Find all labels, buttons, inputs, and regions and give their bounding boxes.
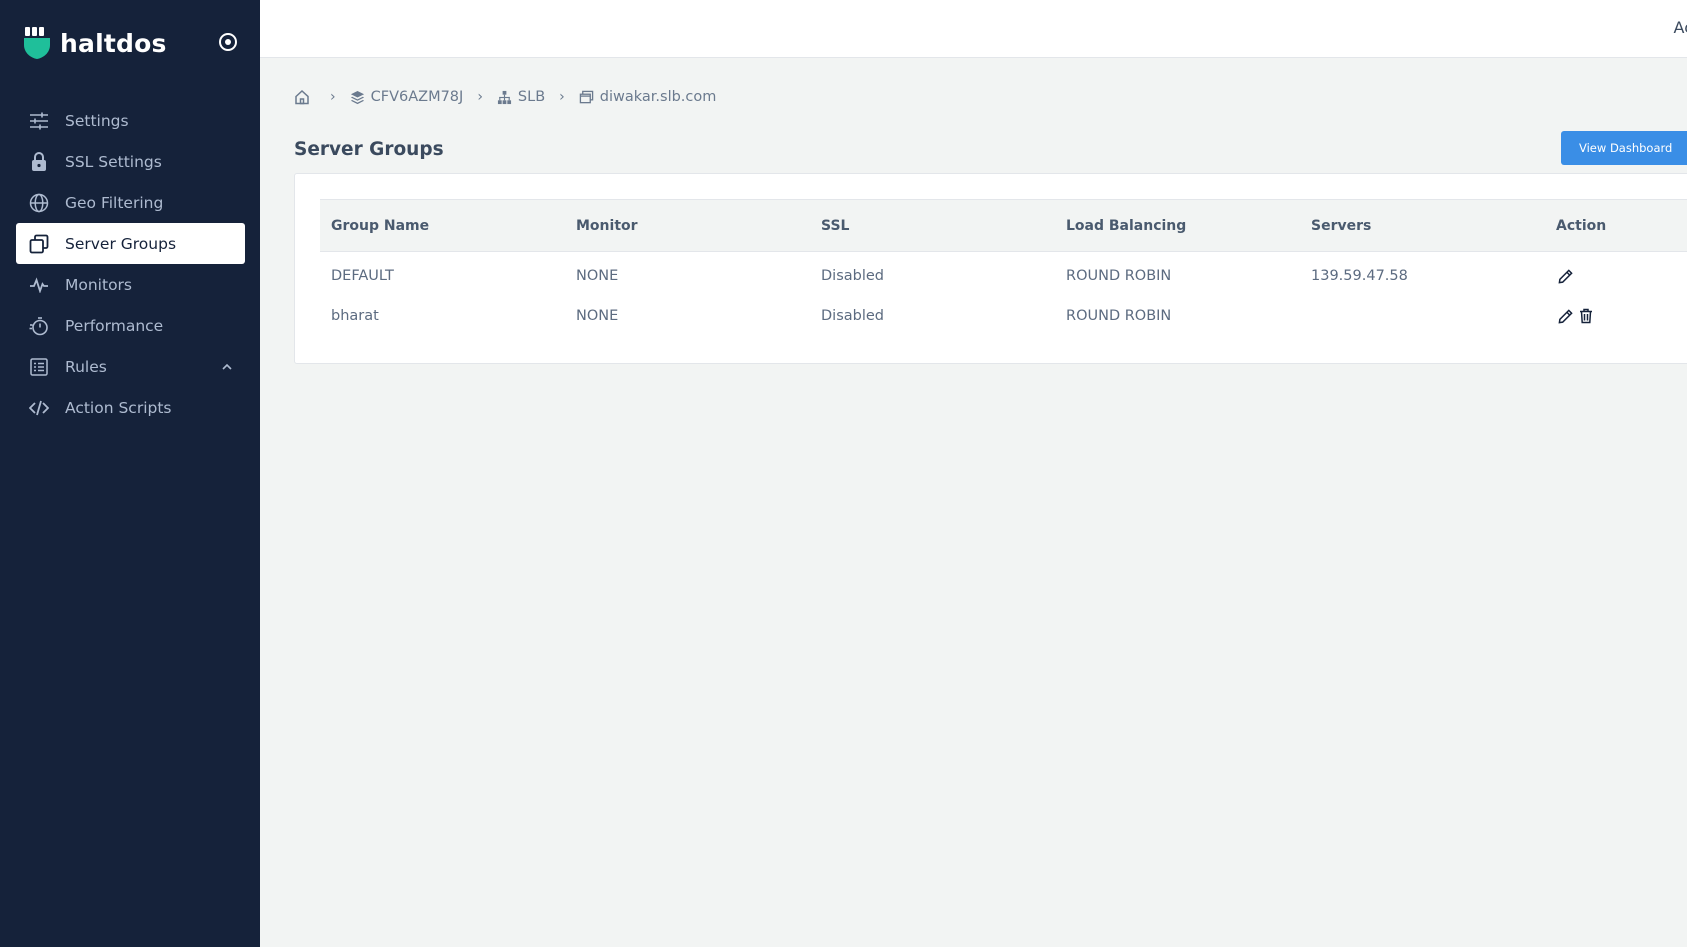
- brand[interactable]: haltdos: [24, 26, 167, 60]
- column-header-group-name: Group Name: [320, 199, 565, 252]
- breadcrumb-separator: ›: [477, 89, 483, 105]
- list-icon: [28, 356, 50, 378]
- window-icon: [579, 90, 594, 103]
- sidebar-item-label: Performance: [65, 316, 164, 335]
- sidebar-toggle-icon[interactable]: [216, 30, 240, 54]
- column-header-ssl: SSL: [810, 199, 1055, 252]
- view-dashboard-button[interactable]: View Dashboard: [1561, 131, 1687, 165]
- action-cell: [1545, 252, 1687, 295]
- breadcrumb-label: CFV6AZM78J: [370, 89, 464, 105]
- group-name-link[interactable]: DEFAULT: [320, 252, 565, 295]
- sidebar-item-geo-filtering[interactable]: Geo Filtering: [16, 182, 245, 223]
- row-actions: [1556, 307, 1687, 325]
- breadcrumb-separator: ›: [330, 89, 336, 105]
- breadcrumb-item-domain[interactable]: diwakar.slb.com: [579, 89, 717, 105]
- monitor-cell: NONE: [576, 268, 619, 285]
- breadcrumb-separator: ›: [559, 89, 565, 105]
- sidebar-nav: Settings SSL Settings Geo Filtering Serv…: [16, 100, 245, 428]
- globe-icon: [28, 192, 50, 214]
- ssl-cell: Disabled: [821, 268, 884, 285]
- breadcrumb-label: SLB: [517, 89, 546, 105]
- sitemap-icon: [497, 90, 511, 104]
- sidebar-item-label: Geo Filtering: [65, 193, 164, 212]
- user-menu[interactable]: Ac: [1674, 18, 1687, 37]
- server-groups-icon: [28, 233, 50, 255]
- edit-icon[interactable]: [1556, 267, 1574, 285]
- sidebar-item-label: Action Scripts: [65, 398, 172, 417]
- column-header-servers: Servers: [1300, 199, 1545, 252]
- layers-icon: [350, 90, 364, 104]
- column-header-load-balancing: Load Balancing: [1055, 199, 1300, 252]
- sidebar-item-label: Settings: [65, 111, 129, 130]
- servers-cell: [1300, 295, 1545, 338]
- sidebar-item-action-scripts[interactable]: Action Scripts: [16, 387, 245, 428]
- server-groups-table: Group Name Monitor SSL Load Balancing Se…: [320, 199, 1687, 338]
- stopwatch-icon: [28, 315, 50, 337]
- sidebar: haltdos Settings SSL Settings Geo Filter…: [0, 0, 260, 947]
- table-row: DEFAULT NONE Disabled ROUND ROBIN 139.59…: [320, 252, 1687, 295]
- sliders-icon: [28, 110, 50, 132]
- action-cell: [1545, 295, 1687, 338]
- column-header-action: Action: [1545, 199, 1687, 252]
- sidebar-item-ssl-settings[interactable]: SSL Settings: [16, 141, 245, 182]
- sidebar-item-label: Monitors: [65, 275, 132, 294]
- sidebar-item-label: SSL Settings: [65, 152, 162, 171]
- trash-icon[interactable]: [1577, 307, 1595, 325]
- haltdos-logo-icon: [24, 27, 50, 59]
- breadcrumb-label: diwakar.slb.com: [599, 89, 717, 105]
- top-bar: Ac: [260, 0, 1687, 58]
- sidebar-item-monitors[interactable]: Monitors: [16, 264, 245, 305]
- sidebar-item-rules[interactable]: Rules: [16, 346, 245, 387]
- row-actions: [1556, 267, 1687, 285]
- load-balancing-cell: ROUND ROBIN: [1066, 268, 1172, 285]
- column-header-monitor: Monitor: [565, 199, 810, 252]
- sidebar-item-label: Rules: [65, 357, 107, 376]
- sidebar-item-performance[interactable]: Performance: [16, 305, 245, 346]
- edit-icon[interactable]: [1556, 307, 1574, 325]
- table-header-row: Group Name Monitor SSL Load Balancing Se…: [320, 199, 1687, 252]
- breadcrumb-home[interactable]: [294, 89, 316, 105]
- lock-icon: [28, 151, 50, 173]
- breadcrumb-item-account[interactable]: CFV6AZM78J: [350, 89, 464, 105]
- ssl-cell: Disabled: [821, 308, 884, 324]
- group-name-link[interactable]: bharat: [320, 295, 565, 338]
- sidebar-item-settings[interactable]: Settings: [16, 100, 245, 141]
- servers-cell: 139.59.47.58: [1311, 268, 1408, 285]
- monitor-cell: NONE: [576, 308, 619, 324]
- page-title: Server Groups: [294, 139, 444, 160]
- breadcrumb-item-slb[interactable]: SLB: [497, 89, 545, 105]
- load-balancing-cell: ROUND ROBIN: [1066, 308, 1172, 324]
- home-icon: [295, 89, 309, 105]
- pulse-icon: [28, 274, 50, 296]
- code-icon: [28, 397, 50, 419]
- table-row: bharat NONE Disabled ROUND ROBIN: [320, 295, 1687, 338]
- sidebar-item-label: Server Groups: [65, 234, 177, 253]
- breadcrumb: › CFV6AZM78J › SLB › diwakar.slb.com: [294, 86, 716, 108]
- brand-name: haltdos: [60, 28, 167, 58]
- chevron-up-icon[interactable]: [221, 361, 233, 373]
- sidebar-item-server-groups[interactable]: Server Groups: [16, 223, 245, 264]
